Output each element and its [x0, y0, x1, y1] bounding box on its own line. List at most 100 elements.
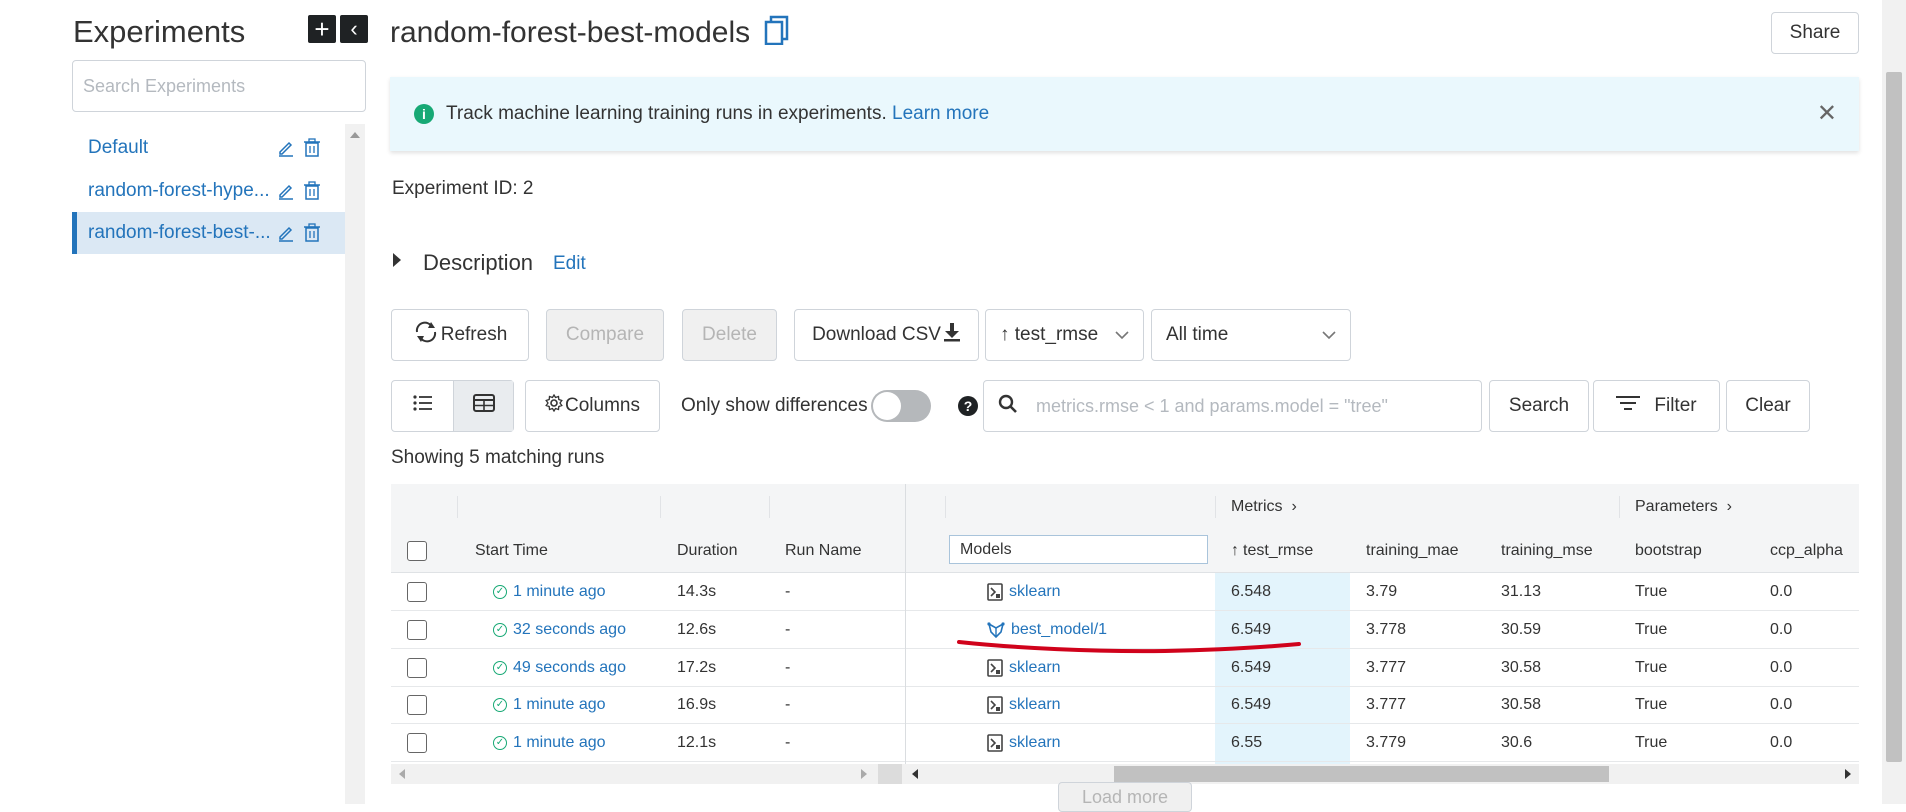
row-checkbox[interactable] — [407, 649, 427, 686]
compare-button[interactable]: Compare — [546, 309, 664, 361]
copy-icon[interactable] — [764, 15, 790, 53]
sort-select[interactable]: ↑ test_rmse — [985, 309, 1144, 361]
row-checkbox[interactable] — [407, 573, 427, 610]
list-view-button[interactable] — [392, 381, 454, 431]
col-ccp-alpha[interactable]: ccp_alpha — [1770, 529, 1843, 572]
start-time-link[interactable]: ✓ 32 seconds ago — [493, 611, 626, 648]
trash-icon[interactable] — [299, 178, 325, 204]
col-models[interactable]: Models — [949, 535, 1208, 564]
time-range-select[interactable]: All time — [1151, 309, 1351, 361]
col-duration[interactable]: Duration — [677, 529, 737, 572]
edit-icon[interactable] — [273, 135, 299, 161]
test-rmse-cell: 6.55 — [1231, 733, 1263, 751]
info-icon: i — [414, 104, 434, 124]
sklearn-icon — [987, 582, 1003, 601]
ccp-alpha-cell: 0.0 — [1770, 658, 1793, 676]
columns-button[interactable]: Columns — [525, 380, 660, 432]
duration-cell: 17.2s — [677, 658, 717, 676]
run-name-cell: - — [785, 658, 791, 676]
bootstrap-cell: True — [1635, 620, 1668, 638]
refresh-icon — [413, 321, 439, 349]
experiment-name: Default — [88, 137, 149, 158]
training-mse-cell: 30.59 — [1501, 620, 1542, 638]
start-time-link[interactable]: ✓ 1 minute ago — [493, 686, 606, 723]
filter-icon — [1616, 395, 1641, 417]
caret-right-icon[interactable] — [393, 253, 401, 267]
runs-table: Metrics › Parameters › Start Time Durati… — [391, 484, 1859, 764]
edit-icon[interactable] — [273, 220, 299, 246]
col-training-mae[interactable]: training_mae — [1366, 529, 1459, 572]
list-view-icon — [412, 395, 433, 417]
col-test-rmse[interactable]: ↑ test_rmse — [1231, 529, 1313, 572]
matching-runs-count: Showing 5 matching runs — [391, 447, 605, 468]
chevron-down-icon — [1115, 324, 1129, 346]
training-mae-cell: 3.777 — [1366, 658, 1407, 676]
trash-icon[interactable] — [299, 220, 325, 246]
search-experiments-input[interactable] — [72, 60, 366, 112]
scroll-up-icon[interactable] — [350, 132, 360, 138]
search-icon — [998, 394, 1018, 419]
row-checkbox[interactable] — [407, 724, 427, 761]
learn-more-link[interactable]: Learn more — [892, 103, 989, 125]
sidebar-item-random-forest-hype[interactable]: random-forest-hype... — [72, 170, 343, 212]
sidebar-item-default[interactable]: Default — [72, 127, 343, 169]
run-search-box — [983, 380, 1482, 432]
close-icon[interactable]: ✕ — [1817, 99, 1837, 128]
bootstrap-cell: True — [1635, 695, 1668, 713]
collapse-sidebar-button[interactable]: ‹ — [340, 15, 368, 43]
download-icon — [943, 322, 961, 348]
col-run-name[interactable]: Run Name — [785, 529, 861, 572]
start-time-link[interactable]: ✓ 1 minute ago — [493, 573, 606, 610]
gear-icon — [545, 393, 563, 418]
table-scroll-thumb[interactable] — [1114, 766, 1609, 782]
description-edit-link[interactable]: Edit — [553, 253, 586, 275]
collapse-icon: ‹ — [350, 16, 358, 41]
table-row[interactable]: ✓ 1 minute ago 16.9s - sklearn 6.549 3.777 30.5… — [391, 686, 1859, 724]
ccp-alpha-cell: 0.0 — [1770, 582, 1793, 600]
table-row[interactable]: ✓ 1 minute ago 12.1s - sklearn 6.55 3.779 30.6 T… — [391, 724, 1859, 762]
edit-icon[interactable] — [273, 178, 299, 204]
clear-button[interactable]: Clear — [1726, 380, 1810, 432]
select-all-checkbox[interactable] — [407, 529, 427, 572]
filter-button[interactable]: Filter — [1593, 380, 1720, 432]
only-show-differences-toggle[interactable] — [871, 390, 931, 422]
col-start-time[interactable]: Start Time — [475, 529, 548, 572]
training-mae-cell: 3.779 — [1366, 733, 1407, 751]
table-view-icon — [472, 394, 495, 418]
duration-cell: 14.3s — [677, 582, 717, 600]
model-link[interactable]: sklearn — [987, 724, 1061, 761]
parameters-group-header[interactable]: Parameters › — [1635, 484, 1732, 529]
sidebar-scrollbar[interactable] — [345, 124, 365, 804]
add-experiment-button[interactable]: + — [308, 14, 336, 44]
chevron-right-icon: › — [1726, 497, 1732, 515]
help-icon[interactable]: ? — [958, 396, 978, 416]
sidebar-item-random-forest-best[interactable]: random-forest-best-... — [72, 212, 348, 254]
share-button[interactable]: Share — [1771, 12, 1859, 54]
table-row[interactable]: ✓ 1 minute ago 14.3s - sklearn 6.548 3.79 31.13… — [391, 573, 1859, 611]
load-more-button[interactable]: Load more — [1058, 782, 1192, 812]
row-checkbox[interactable] — [407, 611, 427, 648]
metrics-group-header[interactable]: Metrics › — [1231, 484, 1297, 529]
experiment-id: Experiment ID: 2 — [392, 178, 534, 199]
run-name-cell: - — [785, 582, 791, 600]
run-search-input[interactable] — [1034, 394, 1468, 418]
page-scroll-thumb[interactable] — [1886, 72, 1902, 762]
delete-button[interactable]: Delete — [682, 309, 777, 361]
download-csv-button[interactable]: Download CSV — [794, 309, 979, 361]
trash-icon[interactable] — [299, 135, 325, 161]
sklearn-icon — [987, 658, 1003, 677]
start-time-link[interactable]: ✓ 1 minute ago — [493, 724, 606, 761]
refresh-button[interactable]: Refresh — [391, 309, 529, 361]
col-training-mse[interactable]: training_mse — [1501, 529, 1593, 572]
bootstrap-cell: True — [1635, 658, 1668, 676]
col-bootstrap[interactable]: bootstrap — [1635, 529, 1702, 572]
model-link[interactable]: sklearn — [987, 686, 1061, 723]
time-range-label: All time — [1166, 324, 1229, 345]
search-button[interactable]: Search — [1489, 380, 1589, 432]
run-name-cell: - — [785, 695, 791, 713]
description-label[interactable]: Description — [423, 250, 533, 276]
table-view-button[interactable] — [454, 381, 513, 431]
model-link[interactable]: sklearn — [987, 573, 1061, 610]
start-time-link[interactable]: ✓ 49 seconds ago — [493, 649, 626, 686]
row-checkbox[interactable] — [407, 686, 427, 723]
